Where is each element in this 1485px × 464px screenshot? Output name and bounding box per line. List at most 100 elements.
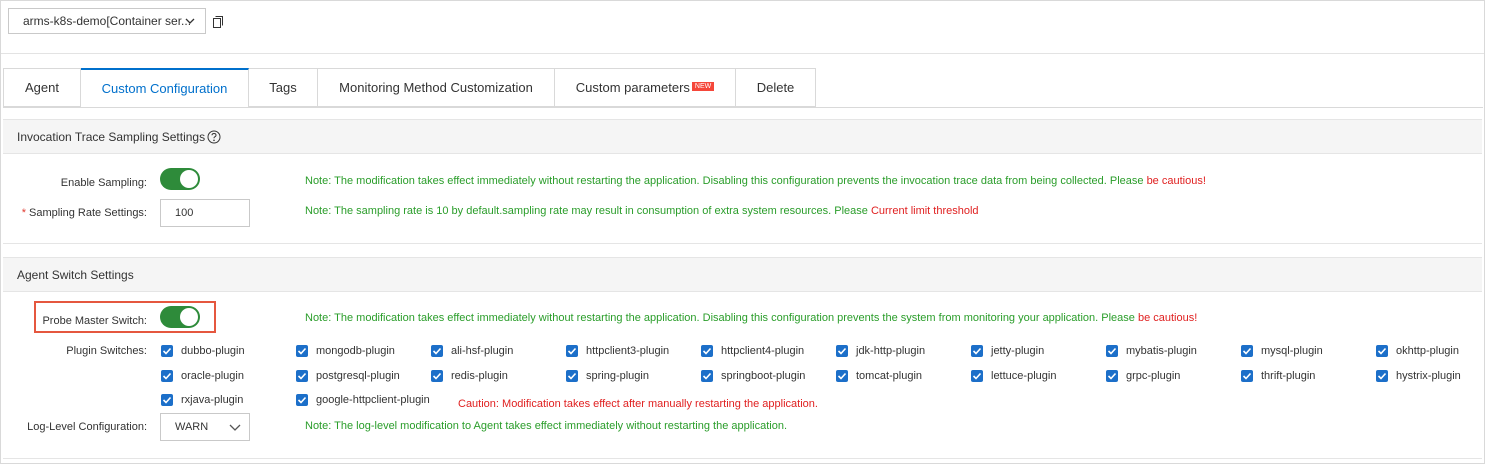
tab-bar: Agent Custom Configuration Tags Monitori…	[3, 68, 816, 108]
checkbox-checked-icon[interactable]	[296, 394, 308, 406]
tab-tags[interactable]: Tags	[249, 68, 318, 107]
log-level-note: Note: The log-level modification to Agen…	[305, 420, 788, 432]
plugin-checkbox-postgresql-plugin[interactable]: postgresql-plugin	[296, 370, 400, 382]
tab-monitoring-method-customization[interactable]: Monitoring Method Customization	[318, 68, 555, 107]
checkbox-checked-icon[interactable]	[971, 370, 983, 382]
agent-section-header: Agent Switch Settings	[3, 257, 1482, 292]
note-text: Note: The sampling rate is 10 by default…	[305, 205, 871, 217]
tab-label: Tags	[269, 80, 297, 95]
plugin-label: dubbo-plugin	[181, 345, 245, 357]
required-marker: *	[21, 207, 26, 219]
tab-delete[interactable]: Delete	[736, 68, 816, 107]
new-badge: NEW	[691, 82, 715, 91]
plugin-label: spring-plugin	[586, 370, 649, 382]
note-link[interactable]: Current limit threshold	[871, 205, 979, 217]
sampling-rate-label: * Sampling Rate Settings:	[10, 207, 147, 219]
plugin-checkbox-httpclient4-plugin[interactable]: httpclient4-plugin	[701, 345, 804, 357]
plugin-checkbox-hystrix-plugin[interactable]: hystrix-plugin	[1376, 370, 1461, 382]
tab-label: Delete	[756, 80, 795, 95]
tab-label: Monitoring Method Customization	[339, 80, 533, 95]
plugin-checkbox-google-httpclient-plugin[interactable]: google-httpclient-plugin	[296, 394, 430, 406]
checkbox-checked-icon[interactable]	[296, 345, 308, 357]
checkbox-checked-icon[interactable]	[1106, 345, 1118, 357]
checkbox-checked-icon[interactable]	[431, 345, 443, 357]
checkbox-checked-icon[interactable]	[701, 345, 713, 357]
plugin-checkbox-grpc-plugin[interactable]: grpc-plugin	[1106, 370, 1180, 382]
checkbox-checked-icon[interactable]	[161, 345, 173, 357]
checkbox-checked-icon[interactable]	[1106, 370, 1118, 382]
plugin-checkbox-thrift-plugin[interactable]: thrift-plugin	[1241, 370, 1315, 382]
checkbox-checked-icon[interactable]	[566, 370, 578, 382]
plugin-checkbox-okhttp-plugin[interactable]: okhttp-plugin	[1376, 345, 1459, 357]
plugin-checkbox-redis-plugin[interactable]: redis-plugin	[431, 370, 508, 382]
plugin-checkbox-mybatis-plugin[interactable]: mybatis-plugin	[1106, 345, 1197, 357]
tab-custom-configuration[interactable]: Custom Configuration	[81, 68, 249, 108]
plugin-label: postgresql-plugin	[316, 370, 400, 382]
checkbox-checked-icon[interactable]	[1241, 345, 1253, 357]
checkbox-checked-icon[interactable]	[431, 370, 443, 382]
copy-icon[interactable]	[213, 16, 223, 28]
plugin-label: lettuce-plugin	[991, 370, 1057, 382]
plugin-checkbox-tomcat-plugin[interactable]: tomcat-plugin	[836, 370, 922, 382]
plugin-checkbox-spring-plugin[interactable]: spring-plugin	[566, 370, 649, 382]
plugin-label: rxjava-plugin	[181, 394, 244, 406]
probe-master-switch[interactable]	[160, 306, 200, 328]
checkbox-checked-icon[interactable]	[161, 394, 173, 406]
tab-custom-parameters[interactable]: Custom parameters NEW	[555, 68, 736, 107]
tab-agent[interactable]: Agent	[3, 68, 81, 107]
note-warning: be cautious!	[1146, 175, 1206, 187]
plugin-checkbox-jetty-plugin[interactable]: jetty-plugin	[971, 345, 1044, 357]
plugin-label: hystrix-plugin	[1396, 370, 1461, 382]
probe-switch-note: Note: The modification takes effect imme…	[305, 312, 1197, 324]
sampling-rate-input[interactable]: 100	[160, 199, 250, 227]
checkbox-checked-icon[interactable]	[836, 370, 848, 382]
switch-knob	[180, 308, 198, 326]
section-title: Invocation Trace Sampling Settings	[17, 129, 206, 144]
checkbox-checked-icon[interactable]	[1376, 345, 1388, 357]
checkbox-checked-icon[interactable]	[971, 345, 983, 357]
checkbox-checked-icon[interactable]	[296, 370, 308, 382]
plugin-checkbox-mongodb-plugin[interactable]: mongodb-plugin	[296, 345, 395, 357]
divider	[1, 53, 1484, 54]
plugin-checkbox-springboot-plugin[interactable]: springboot-plugin	[701, 370, 805, 382]
input-value: 100	[175, 207, 194, 219]
enable-sampling-switch[interactable]	[160, 168, 200, 190]
plugin-label: springboot-plugin	[721, 370, 806, 382]
checkbox-checked-icon[interactable]	[701, 370, 713, 382]
switch-knob	[180, 170, 198, 188]
sampling-section-header: Invocation Trace Sampling Settings	[3, 119, 1482, 154]
plugin-checkbox-lettuce-plugin[interactable]: lettuce-plugin	[971, 370, 1056, 382]
plugin-checkbox-ali-hsf-plugin[interactable]: ali-hsf-plugin	[431, 345, 513, 357]
note-text: Note: The modification takes effect imme…	[305, 312, 1138, 324]
plugin-checkbox-mysql-plugin[interactable]: mysql-plugin	[1241, 345, 1323, 357]
section-divider	[3, 243, 1482, 244]
plugin-label: ali-hsf-plugin	[451, 345, 514, 357]
tabs-divider	[3, 107, 1483, 108]
log-level-label: Log-Level Configuration:	[27, 421, 147, 433]
application-selector-value: arms-k8s-demo[Container ser...	[23, 14, 192, 28]
checkbox-checked-icon[interactable]	[1376, 370, 1388, 382]
tab-label: Custom Configuration	[101, 81, 228, 96]
checkbox-checked-icon[interactable]	[836, 345, 848, 357]
checkbox-checked-icon[interactable]	[161, 370, 173, 382]
plugin-checkbox-rxjava-plugin[interactable]: rxjava-plugin	[161, 394, 243, 406]
plugin-label: mysql-plugin	[1261, 345, 1323, 357]
chevron-down-icon	[185, 18, 195, 24]
enable-sampling-label: Enable Sampling:	[60, 177, 147, 189]
plugin-switches-label: Plugin Switches:	[66, 345, 147, 357]
log-level-select[interactable]: WARN	[160, 413, 250, 441]
plugin-checkbox-jdk-http-plugin[interactable]: jdk-http-plugin	[836, 345, 925, 357]
help-icon[interactable]	[207, 130, 221, 144]
note-text: Note: The modification takes effect imme…	[305, 175, 1147, 187]
checkbox-checked-icon[interactable]	[1241, 370, 1253, 382]
plugin-checkbox-httpclient3-plugin[interactable]: httpclient3-plugin	[566, 345, 669, 357]
note-warning: be cautious!	[1137, 312, 1198, 324]
plugin-label: okhttp-plugin	[1396, 345, 1459, 357]
plugin-label: mongodb-plugin	[316, 345, 395, 357]
select-value: WARN	[175, 421, 209, 433]
section-title: Agent Switch Settings	[17, 267, 134, 282]
plugin-checkbox-oracle-plugin[interactable]: oracle-plugin	[161, 370, 244, 382]
checkbox-checked-icon[interactable]	[566, 345, 578, 357]
plugin-checkbox-dubbo-plugin[interactable]: dubbo-plugin	[161, 345, 245, 357]
application-selector[interactable]: arms-k8s-demo[Container ser...	[8, 8, 206, 34]
